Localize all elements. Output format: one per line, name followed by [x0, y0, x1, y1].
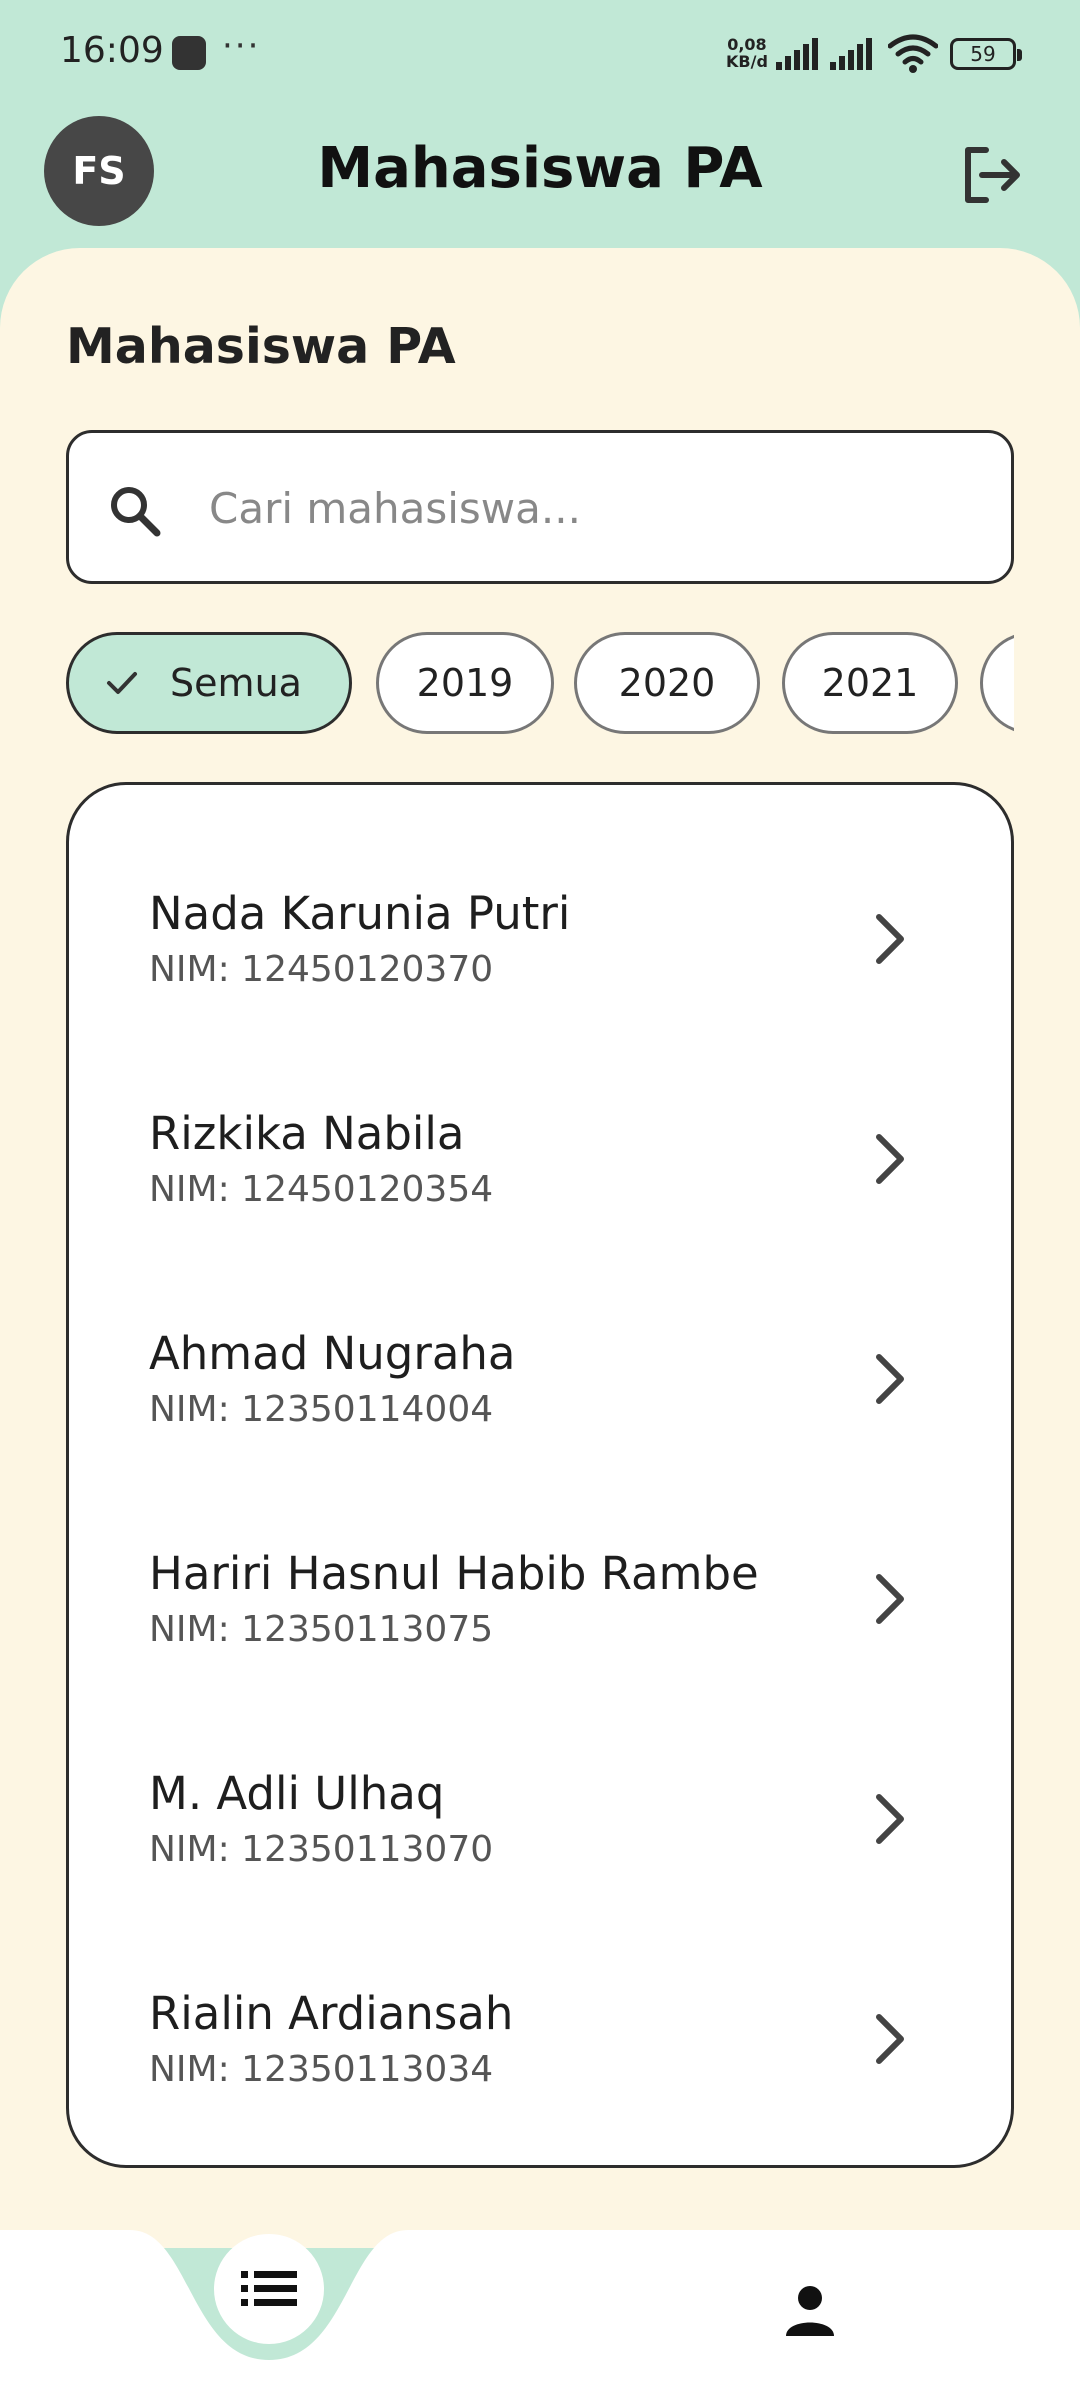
chevron-right-icon — [876, 2014, 904, 2064]
logout-icon[interactable] — [956, 140, 1026, 210]
list-icon — [241, 2271, 297, 2306]
status-bar: 16:09 ··· 0,08 KB/d 59 — [0, 0, 1080, 110]
chevron-right-icon — [876, 1354, 904, 1404]
nav-item-profile[interactable] — [770, 2270, 850, 2350]
notification-app-icon — [172, 36, 206, 70]
year-filter-chips: Semua 2019 2020 2021 — [66, 630, 1014, 738]
list-item[interactable]: M. Adli Ulhaq NIM: 12350113070 — [69, 1705, 1011, 1925]
filter-chip-label: 2021 — [821, 661, 919, 705]
filter-chip-label: 2020 — [618, 661, 716, 705]
content-area: Mahasiswa PA Semua 2019 2020 2021 — [0, 248, 1080, 2248]
list-item[interactable]: Nada Karunia Putri NIM: 12450120370 — [69, 825, 1011, 1045]
app-bar: FS Mahasiswa PA — [0, 110, 1080, 250]
list-item[interactable]: Rialin Ardiansah NIM: 12350113034 — [69, 1925, 1011, 2145]
student-name: Hariri Hasnul Habib Rambe — [149, 1547, 759, 1600]
student-name: Rialin Ardiansah — [149, 1987, 514, 2040]
filter-chip-2020[interactable]: 2020 — [574, 632, 760, 734]
student-name: Ahmad Nugraha — [149, 1327, 516, 1380]
chevron-right-icon — [876, 1134, 904, 1184]
search-input[interactable] — [209, 463, 969, 553]
screen: 16:09 ··· 0,08 KB/d 59 FS Mahasiswa PA M… — [0, 0, 1080, 2400]
chevron-right-icon — [876, 1794, 904, 1844]
student-name: Rizkika Nabila — [149, 1107, 465, 1160]
nav-item-list[interactable] — [214, 2234, 324, 2344]
filter-chip-label: Semua — [170, 661, 302, 705]
student-nim: NIM: 12350114004 — [149, 1389, 494, 1430]
student-nim: NIM: 12350113070 — [149, 1829, 494, 1870]
chevron-right-icon — [876, 1574, 904, 1624]
signal-icon-2 — [830, 38, 872, 70]
person-icon — [786, 2286, 834, 2336]
filter-chip-2021[interactable]: 2021 — [782, 632, 958, 734]
search-bar[interactable] — [66, 430, 1014, 584]
student-list: Nada Karunia Putri NIM: 12450120370 Rizk… — [66, 782, 1014, 2168]
student-nim: NIM: 12350113075 — [149, 1609, 494, 1650]
network-speed: 0,08 KB/d — [726, 36, 768, 70]
list-item[interactable]: Ahmad Nugraha NIM: 12350114004 — [69, 1265, 1011, 1485]
section-title: Mahasiswa PA — [66, 318, 456, 375]
network-speed-value: 0,08 — [727, 35, 767, 54]
battery-indicator: 59 — [950, 38, 1022, 70]
student-nim: NIM: 12450120370 — [149, 949, 494, 990]
student-name: M. Adli Ulhaq — [149, 1767, 445, 1820]
student-nim: NIM: 12450120354 — [149, 1169, 494, 1210]
filter-chip-next[interactable] — [980, 632, 1014, 734]
page-title: Mahasiswa PA — [317, 136, 763, 201]
filter-chip-label: 2019 — [416, 661, 514, 705]
student-name: Nada Karunia Putri — [149, 887, 571, 940]
check-icon — [107, 672, 138, 694]
signal-icon — [776, 38, 818, 70]
bottom-nav-background — [0, 2230, 1080, 2400]
wifi-icon — [888, 34, 938, 73]
more-notifications-icon: ··· — [222, 26, 261, 66]
chevron-right-icon — [876, 914, 904, 964]
student-nim: NIM: 12350113034 — [149, 2049, 494, 2090]
list-item[interactable]: Hariri Hasnul Habib Rambe NIM: 123501130… — [69, 1485, 1011, 1705]
network-speed-unit: KB/d — [726, 52, 768, 71]
filter-chip-2019[interactable]: 2019 — [376, 632, 554, 734]
list-item[interactable]: Rizkika Nabila NIM: 12450120354 — [69, 1045, 1011, 1265]
filter-chip-semua[interactable]: Semua — [66, 632, 352, 734]
search-icon — [111, 487, 161, 537]
status-time: 16:09 — [60, 30, 164, 71]
bottom-nav — [0, 2230, 1080, 2400]
